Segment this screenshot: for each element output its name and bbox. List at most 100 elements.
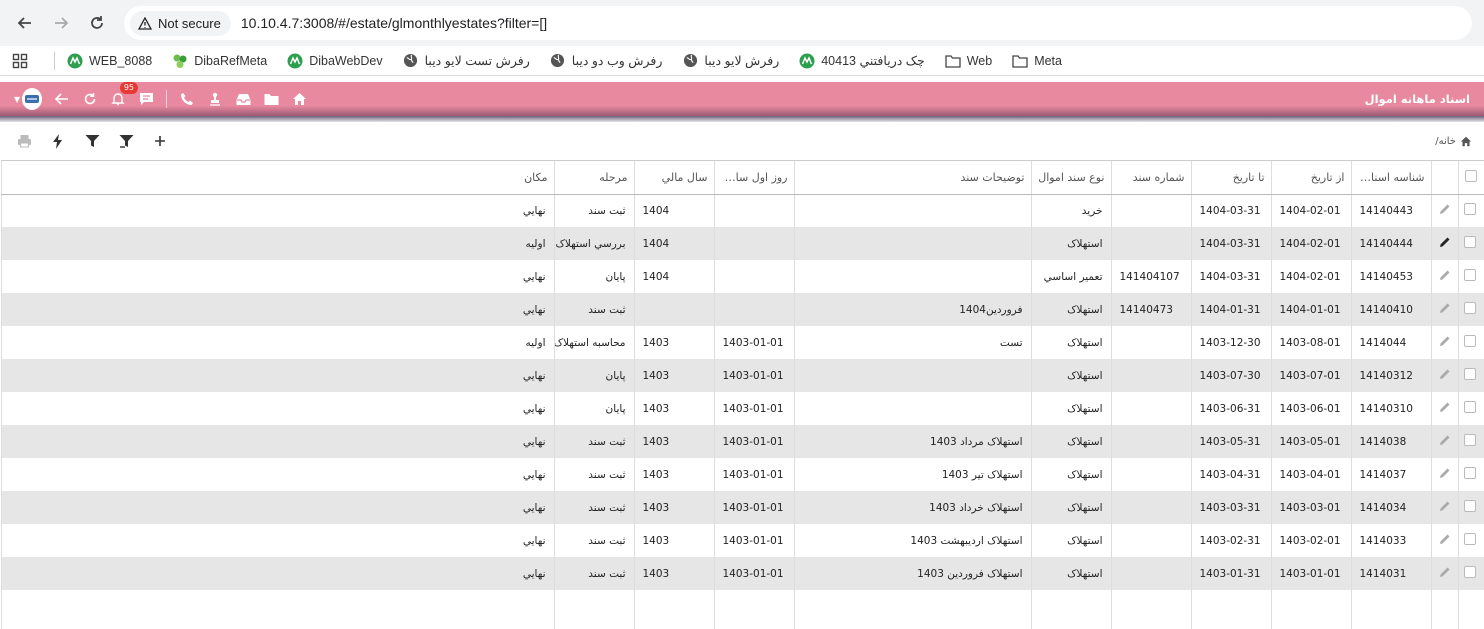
row-checkbox[interactable]	[1464, 368, 1476, 380]
home-button[interactable]	[291, 91, 307, 107]
stamp-button[interactable]	[207, 91, 223, 107]
bookmark-refresh-test-live[interactable]: رفرش تست لایو دیبا	[403, 53, 530, 69]
bookmark-folder-meta[interactable]: Meta	[1012, 53, 1062, 69]
cell-stage: پايان	[553, 359, 634, 392]
security-indicator[interactable]: Not secure	[130, 10, 231, 36]
pencil-icon[interactable]	[1439, 566, 1451, 578]
column-header[interactable]: از تاریخ	[1270, 161, 1351, 195]
bookmark-refresh-live[interactable]: رفرش لایو دیبا	[682, 53, 779, 69]
user-menu[interactable]: ▼	[14, 88, 42, 110]
pencil-icon[interactable]	[1439, 500, 1451, 512]
add-button[interactable]	[152, 133, 168, 149]
row-checkbox[interactable]	[1464, 236, 1476, 248]
apps-button[interactable]	[12, 53, 28, 69]
url-text[interactable]: 10.10.4.7:3008/#/estate/glmonthlyestates…	[241, 15, 547, 31]
home-icon[interactable]	[1460, 136, 1472, 147]
reload-button[interactable]	[82, 8, 112, 38]
table-row[interactable]: 1414038 1403-05-01 1403-05-31 استهلاک استهلا…	[1, 425, 1484, 458]
bookmark-refresh-web-two[interactable]: رفرش وب دو دیبا	[550, 53, 662, 69]
row-checkbox[interactable]	[1464, 269, 1476, 281]
omnibox[interactable]: Not secure 10.10.4.7:3008/#/estate/glmon…	[124, 6, 1472, 40]
bell-icon	[111, 93, 125, 106]
row-checkbox[interactable]	[1464, 434, 1476, 446]
pencil-icon[interactable]	[1439, 401, 1451, 413]
table-row[interactable]: 14140443 1404-02-01 1404-03-31 خرید 1404 ثبت …	[1, 194, 1484, 227]
pencil-icon[interactable]	[1439, 302, 1451, 314]
back-button[interactable]	[10, 8, 40, 38]
forward-button[interactable]	[46, 8, 76, 38]
column-header[interactable]: شماره سند	[1110, 161, 1191, 195]
cell-year: 1403	[633, 491, 714, 524]
pencil-icon[interactable]	[1439, 269, 1451, 281]
column-header[interactable]: نوع سند اموال	[1030, 161, 1111, 195]
refresh-icon	[84, 93, 96, 105]
messages-button[interactable]	[138, 91, 154, 107]
table-row[interactable]: 1414033 1403-02-01 1403-02-31 استهلاک استهلا…	[1, 524, 1484, 557]
column-header[interactable]: شناسه اسناد ...	[1350, 161, 1431, 195]
cell-year: 1403	[633, 359, 714, 392]
quick-action-button[interactable]	[50, 133, 66, 149]
print-button[interactable]	[16, 133, 32, 149]
cell-doc-no	[1110, 194, 1191, 227]
refresh-button[interactable]	[82, 91, 98, 107]
column-header[interactable]: توضیحات سند	[793, 161, 1031, 195]
table-row[interactable]: 1414037 1403-04-01 1403-04-31 استهلاک استهلا…	[1, 458, 1484, 491]
row-select-cell	[1457, 359, 1484, 392]
row-edit-cell	[1430, 194, 1458, 227]
select-all-checkbox[interactable]	[1465, 169, 1478, 182]
notifications-button[interactable]: 95	[110, 82, 138, 107]
pencil-icon[interactable]	[1439, 434, 1451, 446]
row-checkbox[interactable]	[1464, 203, 1476, 216]
column-header[interactable]: روز اول سال ...	[713, 161, 794, 195]
table-row[interactable]: 1414031 1403-01-01 1403-01-31 استهلاک استهلا…	[1, 557, 1484, 590]
breadcrumb-home[interactable]: خانه/	[1435, 136, 1456, 147]
row-checkbox[interactable]	[1464, 566, 1476, 578]
table-body: 14140443 1404-02-01 1404-03-31 خرید 1404 ثبت …	[1, 194, 1484, 629]
pencil-icon[interactable]	[1439, 335, 1451, 347]
row-edit-cell	[1430, 359, 1458, 392]
row-edit-cell	[1430, 491, 1458, 524]
table-row[interactable]: 14140410 1404-01-01 1404-01-31 14140473 استه…	[1, 293, 1484, 326]
bookmark-check-receivable[interactable]: چک دریافتني 40413	[799, 53, 925, 69]
row-checkbox[interactable]	[1464, 335, 1476, 347]
table-row[interactable]: 1414034 1403-03-01 1403-03-31 استهلاک استهلا…	[1, 491, 1484, 524]
column-header[interactable]: مکان	[1, 161, 554, 195]
bookmark-folder-web[interactable]: Web	[945, 53, 992, 69]
column-header[interactable]: تا تاریخ	[1190, 161, 1271, 195]
filter-button[interactable]	[84, 133, 100, 149]
bookmarks-bar: WEB_8088 DibaRefMeta DibaWebDev رفرش تست…	[0, 46, 1484, 76]
empty-cell	[633, 590, 714, 629]
bookmark-label: رفرش تست لایو دیبا	[424, 54, 530, 68]
table-row[interactable]: 14140310 1403-06-01 1403-06-31 استهلاک 1403-…	[1, 392, 1484, 425]
back-arrow-button[interactable]	[54, 91, 70, 107]
row-edit-cell	[1430, 260, 1458, 293]
table-row[interactable]: 14140444 1404-02-01 1404-03-31 استهلاک 1404 ب…	[1, 227, 1484, 260]
table-row[interactable]: 14140453 1404-02-01 1404-03-31 141404107 تعم…	[1, 260, 1484, 293]
cell-first-day: 1403-01-01	[713, 425, 794, 458]
row-checkbox[interactable]	[1464, 500, 1476, 512]
bookmark-dibarefmeta[interactable]: DibaRefMeta	[172, 53, 267, 69]
cell-stage: پايان	[553, 392, 634, 425]
bookmark-web-8088[interactable]: WEB_8088	[67, 53, 152, 69]
row-checkbox[interactable]	[1464, 467, 1476, 479]
table-row[interactable]: 14140312 1403-07-01 1403-07-30 استهلاک 1403-…	[1, 359, 1484, 392]
row-checkbox[interactable]	[1464, 401, 1476, 413]
pencil-icon[interactable]	[1439, 236, 1451, 248]
cell-id: 14140453	[1350, 260, 1431, 293]
pencil-icon[interactable]	[1439, 533, 1451, 545]
row-checkbox[interactable]	[1464, 533, 1476, 545]
phone-button[interactable]	[179, 91, 195, 107]
bookmark-dibawebdev[interactable]: DibaWebDev	[287, 53, 383, 69]
cell-type: استهلاک	[1030, 293, 1111, 326]
table-row[interactable]: 1414044 1403-08-01 1403-12-30 استهلاک تست 140…	[1, 326, 1484, 359]
cell-to: 1403-02-31	[1190, 524, 1271, 557]
row-checkbox[interactable]	[1464, 302, 1476, 314]
pencil-icon[interactable]	[1439, 368, 1451, 380]
column-header[interactable]: مرحله	[553, 161, 634, 195]
clear-filter-button[interactable]	[118, 133, 134, 149]
pencil-icon[interactable]	[1439, 467, 1451, 479]
inbox-button[interactable]	[235, 91, 251, 107]
folder-button[interactable]	[263, 91, 279, 107]
column-header[interactable]: سال مالي	[633, 161, 714, 195]
pencil-icon[interactable]	[1439, 203, 1451, 215]
